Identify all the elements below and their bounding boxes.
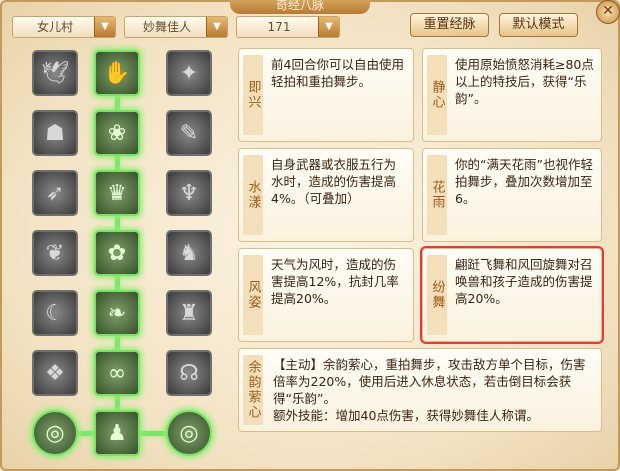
chevron-down-icon[interactable]: ▼ (318, 17, 339, 37)
dancer-icon: ♟ (107, 420, 127, 446)
talent-desc: 前4回合你可以自由使用轻拍和重拍舞步。 (271, 57, 404, 89)
orb-icon: ◎ (45, 420, 65, 446)
moon-icon: ☾ (45, 300, 65, 326)
talent-label: 即兴 (243, 55, 263, 135)
school-dropdown[interactable]: 女儿村 ▼ (12, 16, 116, 38)
talent-node[interactable]: ✋ (94, 50, 140, 96)
chevron-down-icon[interactable]: ▼ (206, 17, 227, 37)
talent-node[interactable]: ✎ (166, 110, 212, 156)
leaf-icon: ❧ (107, 300, 127, 326)
talent-node[interactable]: ♞ (166, 230, 212, 276)
default-mode-button[interactable]: 默认模式 (499, 13, 578, 37)
talent-card[interactable]: 风姿 天气为风时，造成的伤害提高12%，抗封几率提高20%。 (238, 248, 414, 342)
points-dropdown[interactable]: 171 ▼ (236, 16, 340, 38)
talent-node[interactable]: ❖ (32, 350, 78, 396)
talent-node[interactable]: ◎ (32, 410, 78, 456)
close-button[interactable]: ✕ (596, 0, 620, 24)
talent-node[interactable]: ➶ (32, 170, 78, 216)
crown-icon: ♛ (107, 180, 127, 206)
skill-dropdown[interactable]: 妙舞佳人 ▼ (124, 16, 228, 38)
talent-node[interactable]: ♟ (94, 410, 140, 456)
lion-icon: ♞ (179, 240, 199, 266)
wings-icon: 🕊 (41, 60, 69, 86)
talent-label: 水漾 (243, 155, 263, 235)
talent-node[interactable]: ♜ (166, 290, 212, 336)
talent-node[interactable]: ☾ (32, 290, 78, 336)
talent-node[interactable]: ❧ (94, 290, 140, 336)
rabbit-icon: ❦ (45, 240, 65, 266)
talent-label: 静心 (427, 55, 447, 135)
talent-card-selected[interactable]: 纷舞 翩跹飞舞和风回旋舞对召唤兽和孩子造成的伤害提高20%。 (420, 246, 604, 344)
talent-desc: 自身武器或衣服五行为水时，造成的伤害提高4%。（可叠加） (271, 157, 397, 206)
flower-icon: ✿ (107, 240, 127, 266)
talent-node[interactable]: ❀ (94, 110, 140, 156)
talent-label: 纷舞 (427, 255, 447, 335)
talent-label: 风姿 (243, 255, 263, 335)
ultimate-extra: 额外技能：增加40点伤害，获得妙舞佳人称谓。 (273, 408, 539, 423)
swirl-icon: ∞ (107, 360, 127, 386)
skill-value: 妙舞佳人 (142, 20, 191, 34)
bird-icon: ➶ (45, 180, 65, 206)
cube-icon: ❖ (45, 360, 65, 386)
talent-node[interactable]: ☗ (32, 110, 78, 156)
talent-desc: 使用原始愤怒消耗≥80点以上的特技后，获得“乐韵”。 (455, 57, 594, 106)
ultimate-card[interactable]: 余韵萦心 【主动】余韵萦心，重拍舞步，攻击敌方单个目标，伤害倍率为220%，使用… (238, 348, 602, 432)
talent-node[interactable]: ✦ (166, 50, 212, 96)
hand-icon: ✋ (103, 60, 131, 86)
ultimate-desc: 【主动】余韵萦心，重拍舞步，攻击敌方单个目标，伤害倍率为220%，使用后进入休息… (273, 357, 586, 406)
talent-node[interactable]: ♆ (166, 170, 212, 216)
talent-node[interactable]: ☊ (166, 350, 212, 396)
ultimate-desc-wrap: 【主动】余韵萦心，重拍舞步，攻击敌方单个目标，伤害倍率为220%，使用后进入休息… (273, 356, 595, 424)
talent-label: 花雨 (427, 155, 447, 235)
quill-icon: ✎ (179, 120, 199, 146)
cat-icon: ♜ (179, 300, 199, 326)
star-icon: ✦ (179, 60, 199, 86)
lotus-icon: ❀ (107, 120, 127, 146)
talent-desc: 你的“满天花雨”也视作轻拍舞步，叠加次数增加至6。 (455, 157, 593, 206)
talent-node[interactable]: ✿ (94, 230, 140, 276)
talent-card[interactable]: 水漾 自身武器或衣服五行为水时，造成的伤害提高4%。（可叠加） (238, 148, 414, 242)
window-title: 奇经八脉 (230, 0, 370, 14)
reset-meridian-button[interactable]: 重置经脉 (410, 13, 489, 37)
talent-node[interactable]: 🕊 (32, 50, 78, 96)
school-value: 女儿村 (36, 20, 73, 34)
phoenix-icon: ♆ (179, 180, 199, 206)
chevron-down-icon[interactable]: ▼ (94, 17, 115, 37)
talent-node[interactable]: ∞ (94, 350, 140, 396)
talent-node[interactable]: ♛ (94, 170, 140, 216)
talent-desc: 翩跹飞舞和风回旋舞对召唤兽和孩子造成的伤害提高20%。 (455, 257, 593, 306)
talent-node[interactable]: ◎ (166, 410, 212, 456)
talent-card[interactable]: 静心 使用原始愤怒消耗≥80点以上的特技后，获得“乐韵”。 (422, 48, 602, 142)
ultimate-label: 余韵萦心 (243, 355, 263, 425)
talent-node[interactable]: ❦ (32, 230, 78, 276)
dragon-icon: ☊ (179, 360, 199, 386)
talent-desc: 天气为风时，造成的伤害提高12%，抗封几率提高20%。 (271, 257, 399, 306)
talent-card[interactable]: 花雨 你的“满天花雨”也视作轻拍舞步，叠加次数增加至6。 (422, 148, 602, 242)
talent-card[interactable]: 即兴 前4回合你可以自由使用轻拍和重拍舞步。 (238, 48, 414, 142)
orb-icon: ◎ (179, 420, 199, 446)
hood-icon: ☗ (45, 120, 65, 146)
points-value: 171 (267, 20, 291, 34)
